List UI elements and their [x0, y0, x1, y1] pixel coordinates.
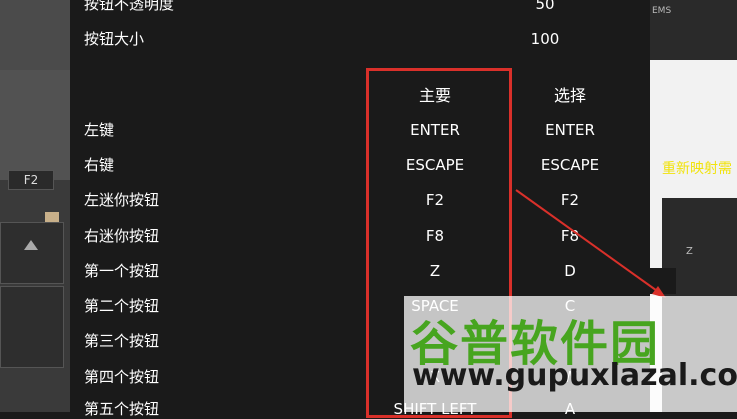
onscreen-small-block [650, 268, 676, 294]
mapping-label-button-1: 第一个按钮 [84, 262, 160, 280]
mapping-label-left-mini: 左迷你按钮 [84, 191, 160, 209]
scene-wall [0, 0, 70, 70]
ems-label: EMS [652, 6, 672, 16]
mapping-alt-button-1[interactable]: D [505, 261, 635, 281]
mapping-label-left-click: 左键 [84, 121, 115, 139]
scene-floor [0, 70, 70, 180]
watermark-url: www.gupuxlazal.com [412, 358, 737, 393]
mapping-alt-right-click[interactable]: ESCAPE [505, 155, 635, 175]
arrow-up-icon [24, 240, 38, 250]
mapping-label-right-click: 右键 [84, 156, 115, 174]
mapping-alt-right-mini[interactable]: F8 [505, 226, 635, 246]
watermark: 谷普软件园 www.gupuxlazal.com [404, 296, 737, 412]
onscreen-z-button[interactable]: Z [686, 246, 730, 266]
button-opacity-value[interactable]: 50 [500, 0, 590, 14]
mapping-alt-left-mini[interactable]: F2 [505, 190, 635, 210]
onscreen-f2-button[interactable]: F2 [8, 170, 54, 190]
game-background-left: F2 [0, 0, 70, 412]
onscreen-dpad-up[interactable] [0, 222, 64, 284]
mapping-label-button-5: 第五个按钮 [84, 400, 160, 418]
remap-hint-text: 重新映射需 [662, 161, 732, 177]
mapping-label-button-3: 第三个按钮 [84, 332, 160, 350]
mapping-label-button-2: 第二个按钮 [84, 297, 160, 315]
column-header-alt: 选择 [553, 86, 586, 105]
button-size-value[interactable]: 100 [500, 29, 590, 49]
mapping-label-right-mini: 右迷你按钮 [84, 227, 160, 245]
mapping-label-button-4: 第四个按钮 [84, 368, 160, 386]
onscreen-dpad-lower[interactable] [0, 286, 64, 368]
button-size-label: 按钮大小 [84, 30, 145, 48]
button-opacity-label: 按钮不透明度 [84, 0, 175, 13]
mapping-alt-left-click[interactable]: ENTER [505, 120, 635, 140]
